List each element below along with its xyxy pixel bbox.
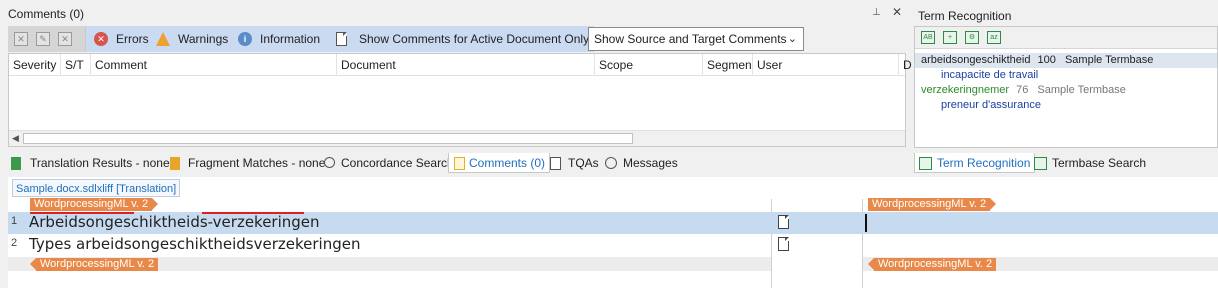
- information-filter[interactable]: Information: [260, 26, 320, 52]
- termbase-search-icon: [1034, 157, 1047, 170]
- comments-icon: [454, 157, 465, 170]
- scroll-thumb[interactable]: [23, 133, 633, 144]
- comments-grid: Severity S/T Comment Document Scope Segm…: [8, 53, 912, 147]
- term-termbase: Sample Termbase: [1064, 54, 1154, 66]
- document-icon[interactable]: [336, 32, 347, 46]
- tqa-icon: [550, 157, 561, 170]
- term-toolbar: AB + ⚙ az: [915, 27, 1217, 49]
- tab-translation-results[interactable]: Translation Results - none: [30, 153, 170, 173]
- close-icon[interactable]: ✕: [892, 5, 902, 19]
- column-st[interactable]: S/T: [61, 54, 91, 76]
- spelling-error-underline: [30, 212, 134, 214]
- fragment-matches-icon: [170, 157, 180, 170]
- termbase-settings-icon[interactable]: ⚙: [965, 31, 979, 44]
- segment-source[interactable]: Types arbeidsongeschiktheidsverzekeringe…: [29, 235, 360, 253]
- segment-row[interactable]: 1 Arbeidsongeschiktheids-verzekeringen: [8, 212, 1218, 234]
- column-segment[interactable]: Segmen: [703, 54, 753, 76]
- tab-concordance-search[interactable]: Concordance Search: [341, 153, 454, 173]
- active-document-only-toggle[interactable]: Show Comments for Active Document Only: [359, 26, 589, 52]
- column-date[interactable]: D: [899, 54, 912, 76]
- chevron-down-icon[interactable]: ⌄: [788, 28, 797, 50]
- term-panel-tabs: Term Recognition Termbase Search: [914, 153, 1218, 173]
- segment-number: 1: [11, 215, 18, 227]
- term-termbase: Sample Termbase: [1037, 84, 1126, 96]
- information-icon[interactable]: i: [238, 32, 252, 46]
- pin-icon[interactable]: ⊥: [872, 7, 881, 18]
- edit-comment-icon[interactable]: ✎: [36, 32, 50, 46]
- horizontal-scrollbar[interactable]: ◀: [9, 130, 905, 146]
- tab-comments-label: Comments (0): [469, 156, 546, 170]
- term-score: 100: [1037, 54, 1056, 66]
- error-icon[interactable]: ✕: [94, 32, 108, 46]
- column-user[interactable]: User: [753, 54, 899, 76]
- column-document[interactable]: Document: [337, 54, 595, 76]
- target-open-tag[interactable]: WordprocessingML v. 2: [868, 198, 997, 211]
- comment-scope-value: Show Source and Target Comments: [594, 32, 787, 46]
- term-source: verzekeringnemer: [921, 84, 1010, 96]
- term-recognition-icon[interactable]: az: [987, 31, 1001, 44]
- segment-source[interactable]: Arbeidsongeschiktheids-verzekeringen: [29, 213, 320, 231]
- comment-scope-select[interactable]: Show Source and Target Comments ⌄: [588, 27, 804, 51]
- document-tab[interactable]: Sample.docx.sdlxliff [Translation]: [12, 179, 181, 197]
- messages-icon: [605, 157, 617, 169]
- bottom-panel-tabs: Translation Results - none Fragment Matc…: [8, 153, 912, 173]
- add-term-icon[interactable]: AB: [921, 31, 935, 44]
- tab-term-recognition-label: Term Recognition: [937, 156, 1031, 170]
- add-term-quick-icon[interactable]: +: [943, 31, 957, 44]
- comments-grid-header: Severity S/T Comment Document Scope Segm…: [9, 54, 912, 76]
- term-recognition-tab-icon: [919, 157, 932, 170]
- column-scope[interactable]: Scope: [595, 54, 703, 76]
- term-result-row[interactable]: arbeidsongeschiktheid 100 Sample Termbas…: [915, 53, 1217, 68]
- segment-row[interactable]: 2 Types arbeidsongeschiktheidsverzekerin…: [8, 234, 1218, 256]
- source-open-tag[interactable]: WordprocessingML v. 2: [30, 198, 159, 211]
- tab-fragment-matches[interactable]: Fragment Matches - none: [188, 153, 325, 173]
- concordance-icon: [324, 157, 335, 168]
- delete-all-comments-icon[interactable]: ✕: [58, 32, 72, 46]
- spelling-error-underline: [202, 212, 304, 214]
- delete-comment-icon[interactable]: ✕: [14, 32, 28, 46]
- term-result-row[interactable]: verzekeringnemer 76 Sample Termbase: [915, 83, 1217, 98]
- errors-filter[interactable]: Errors: [116, 26, 149, 52]
- text-cursor: [865, 214, 867, 232]
- comment-filter-bar: ✕ Errors Warnings i Information Show Com…: [86, 26, 594, 52]
- column-severity[interactable]: Severity: [9, 54, 61, 76]
- translation-editor: Sample.docx.sdlxliff [Translation] Wordp…: [8, 177, 1218, 288]
- segment-status-icon: [778, 237, 789, 251]
- tab-term-recognition[interactable]: Term Recognition: [914, 153, 1036, 173]
- term-recognition-panel: AB + ⚙ az arbeidsongeschiktheid 100 Samp…: [914, 26, 1218, 148]
- term-panel-title: Term Recognition: [918, 9, 1012, 23]
- source-close-tag[interactable]: WordprocessingML v. 2: [29, 258, 159, 271]
- tab-messages[interactable]: Messages: [623, 153, 678, 173]
- comment-actions-group: ✕ ✎ ✕: [8, 26, 86, 52]
- term-translation[interactable]: incapacite de travail: [915, 68, 1217, 83]
- scroll-left-icon[interactable]: ◀: [12, 133, 19, 144]
- column-comment[interactable]: Comment: [91, 54, 337, 76]
- warnings-filter[interactable]: Warnings: [178, 26, 228, 52]
- tab-termbase-search[interactable]: Termbase Search: [1052, 153, 1146, 173]
- segment-status-icon: [778, 215, 789, 229]
- tab-tqas[interactable]: TQAs: [568, 153, 599, 173]
- warning-icon[interactable]: [156, 32, 170, 46]
- term-translation[interactable]: preneur d'assurance: [915, 98, 1217, 113]
- target-close-tag[interactable]: WordprocessingML v. 2: [867, 258, 997, 271]
- term-score: 76: [1016, 84, 1029, 96]
- term-source: arbeidsongeschiktheid: [921, 54, 1031, 66]
- segment-number: 2: [11, 237, 18, 249]
- comments-panel-title: Comments (0): [8, 7, 85, 21]
- translation-results-icon: [11, 157, 21, 170]
